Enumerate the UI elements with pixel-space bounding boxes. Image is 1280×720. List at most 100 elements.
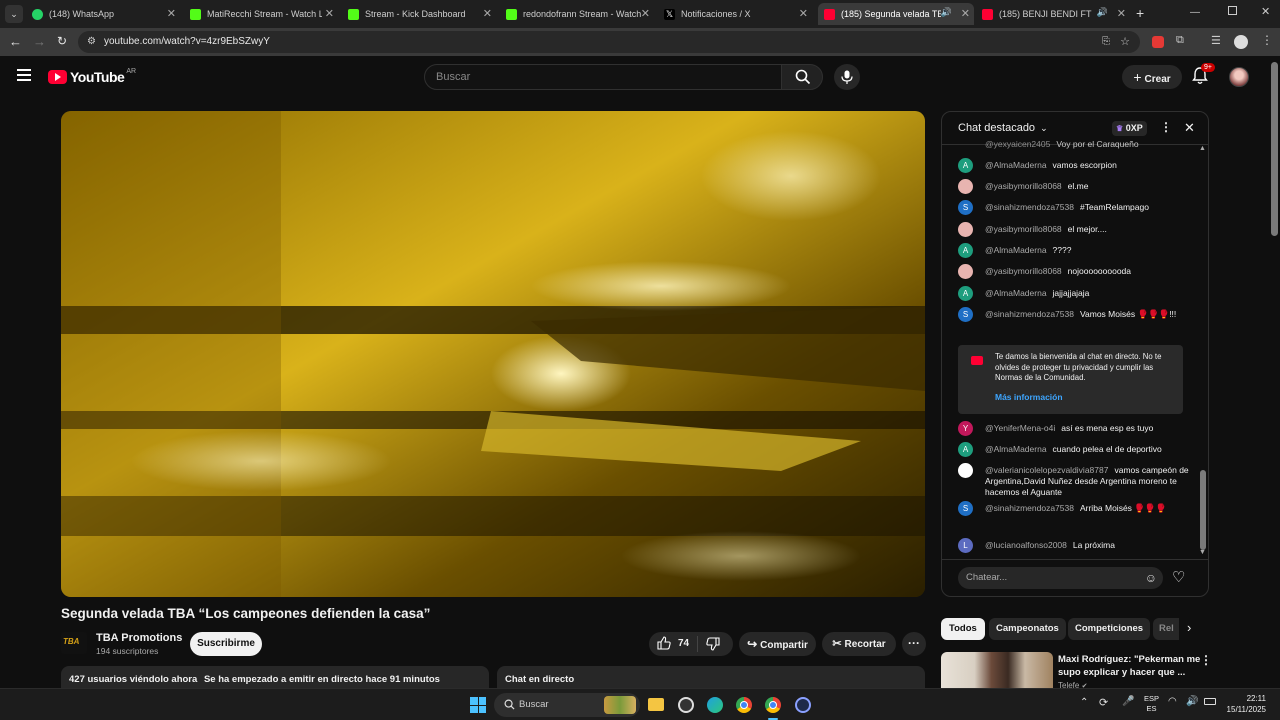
chat-username[interactable]: @yexyaicen2405 (985, 139, 1050, 149)
account-avatar[interactable] (1229, 67, 1249, 87)
chat-scroll-up-icon[interactable]: ▲ (1199, 145, 1206, 152)
channel-logo[interactable]: TBA (61, 632, 87, 654)
chat-username[interactable]: @AlmaMaderna (985, 288, 1047, 298)
extensions-puzzle-icon[interactable]: ⧉ (1176, 34, 1184, 47)
edge-icon[interactable] (707, 697, 723, 713)
xp-badge[interactable]: ♛ 0XP (1112, 121, 1147, 136)
chat-avatar[interactable] (958, 222, 973, 237)
reload-icon[interactable]: ↻ (57, 34, 67, 48)
close-window-icon[interactable]: ✕ (1261, 5, 1270, 18)
media-control-icon[interactable]: ☰ (1211, 34, 1221, 47)
tab-search-dropdown-icon[interactable]: ⌄ (5, 5, 23, 23)
chat-avatar[interactable]: A (958, 158, 973, 173)
chat-scrollbar-thumb[interactable] (1200, 470, 1206, 550)
install-app-icon[interactable]: ⎘ (1102, 31, 1110, 53)
windows-start-icon[interactable] (470, 697, 486, 713)
video-player[interactable] (61, 111, 925, 597)
chat-username[interactable]: @AlmaMaderna (985, 160, 1047, 170)
chat-username[interactable]: @sinahizmendoza7538 (985, 503, 1074, 513)
chat-username[interactable]: @lucianoalfonso2008 (985, 540, 1067, 550)
emoji-icon[interactable]: ☺ (1145, 567, 1157, 589)
bookmark-star-icon[interactable]: ☆ (1120, 31, 1130, 53)
close-tab-icon[interactable]: ✕ (483, 7, 492, 20)
chat-avatar[interactable]: A (958, 442, 973, 457)
recommended-title-line1[interactable]: Maxi Rodríguez: "Pekerman me (1058, 654, 1200, 665)
speaker-icon[interactable]: 🔊 (1097, 7, 1108, 18)
create-button[interactable]: + Crear (1122, 65, 1182, 89)
like-button[interactable]: 74 (657, 636, 689, 650)
chat-avatar[interactable]: A (958, 243, 973, 258)
search-input[interactable]: Buscar (424, 64, 782, 90)
language-indicator[interactable]: ESP ES (1144, 694, 1159, 714)
tab-kick-dashboard[interactable]: Stream - Kick Dashboard ✕ (344, 3, 496, 25)
chat-avatar[interactable]: A (958, 286, 973, 301)
chat-avatar[interactable]: S (958, 307, 973, 322)
more-actions-button[interactable]: ··· (902, 632, 926, 656)
maximize-icon[interactable] (1228, 6, 1237, 15)
new-tab-icon[interactable]: + (1136, 5, 1144, 21)
tab-segunda-velada[interactable]: (185) Segunda velada TBA 🔊 ✕ (818, 3, 974, 25)
browser-menu-icon[interactable]: ⋮ (1261, 33, 1273, 47)
more-info-link[interactable]: Más información (995, 392, 1063, 402)
chat-username[interactable]: @AlmaMaderna (985, 245, 1047, 255)
chrome-icon[interactable] (736, 697, 752, 713)
recommended-title-line2[interactable]: supo explicar y hacer que ... (1058, 667, 1185, 678)
tray-mic-icon[interactable]: 🎤 (1122, 696, 1134, 707)
chat-avatar[interactable]: S (958, 200, 973, 215)
obs-icon[interactable] (678, 697, 694, 713)
chip-partial[interactable]: Rel (1153, 618, 1179, 640)
tray-sync-icon[interactable]: ⟳ (1099, 696, 1108, 709)
dislike-button[interactable] (706, 637, 720, 651)
chip-campeonatos[interactable]: Campeonatos (989, 618, 1066, 640)
chat-scroll-down-icon[interactable]: ▼ (1199, 549, 1206, 556)
recommended-video[interactable]: Maxi Rodríguez: "Pekerman me supo explic… (941, 652, 1212, 690)
chevron-right-icon[interactable]: › (1187, 620, 1191, 635)
chat-username[interactable]: @valerianicolelopezvaldivia8787 (985, 465, 1108, 475)
chat-username[interactable]: @yasibymorillo8068 (985, 224, 1062, 234)
chat-username[interactable]: @yasibymorillo8068 (985, 266, 1062, 276)
close-tab-icon[interactable]: ✕ (1117, 7, 1126, 20)
youtube-logo[interactable]: YouTube AR (48, 68, 136, 85)
chat-username[interactable]: @yasibymorillo8068 (985, 181, 1062, 191)
extension-abp-icon[interactable] (1152, 36, 1164, 48)
chat-avatar[interactable]: L (958, 538, 973, 553)
tray-chevron-up-icon[interactable]: ⌃ (1080, 697, 1088, 708)
chat-username[interactable]: @AlmaMaderna (985, 444, 1047, 454)
recommended-thumbnail[interactable] (941, 652, 1053, 688)
chip-competiciones[interactable]: Competiciones (1068, 618, 1151, 640)
close-tab-icon[interactable]: ✕ (167, 7, 176, 20)
chat-avatar[interactable] (958, 179, 973, 194)
tab-benji-bendi[interactable]: (185) BENJI BENDI FT VILLA 🔊 ✕ (978, 3, 1130, 25)
file-explorer-icon[interactable] (648, 698, 664, 711)
chat-avatar[interactable] (958, 463, 973, 478)
search-button[interactable] (781, 64, 823, 90)
hamburger-menu-icon[interactable] (17, 69, 31, 81)
chat-avatar[interactable]: Y (958, 421, 973, 436)
channel-name[interactable]: TBA Promotions (96, 632, 182, 644)
tab-matirecchi[interactable]: MatiRecchi Stream - Watch Live ✕ (186, 3, 338, 25)
tab-x-notifications[interactable]: 𝕏 Notificaciones / X ✕ (660, 3, 812, 25)
close-tab-icon[interactable]: ✕ (325, 7, 334, 20)
close-tab-icon[interactable]: ✕ (961, 7, 970, 20)
chat-mode-dropdown[interactable]: Chat destacado ⌄ (958, 122, 1048, 134)
chat-close-icon[interactable]: ✕ (1184, 120, 1195, 136)
back-icon[interactable]: ← (9, 34, 22, 49)
clip-button[interactable]: ✂ Recortar (822, 632, 896, 656)
close-tab-icon[interactable]: ✕ (641, 7, 650, 20)
chrome-active-icon[interactable] (765, 697, 781, 713)
forward-icon[interactable]: → (33, 34, 46, 49)
url-field[interactable]: ⚙ youtube.com/watch?v=4zr9EbSZwyY ⎘ ☆ (78, 31, 1140, 53)
minimize-icon[interactable]: — (1190, 7, 1200, 18)
app-circle-icon[interactable] (795, 697, 811, 713)
volume-icon[interactable]: 🔊 (1186, 696, 1198, 707)
close-tab-icon[interactable]: ✕ (799, 7, 808, 20)
notifications-button[interactable]: 9+ (1192, 63, 1215, 85)
heart-reaction-icon[interactable]: ♡ (1172, 568, 1185, 586)
profile-avatar[interactable] (1234, 35, 1248, 49)
chat-avatar[interactable] (958, 264, 973, 279)
chip-todos[interactable]: Todos (941, 618, 985, 640)
taskbar-search-box[interactable]: Buscar (494, 693, 640, 717)
chat-username[interactable]: @sinahizmendoza7538 (985, 309, 1074, 319)
wifi-icon[interactable]: ◠ (1168, 696, 1177, 707)
chat-username[interactable]: @sinahizmendoza7538 (985, 202, 1074, 212)
